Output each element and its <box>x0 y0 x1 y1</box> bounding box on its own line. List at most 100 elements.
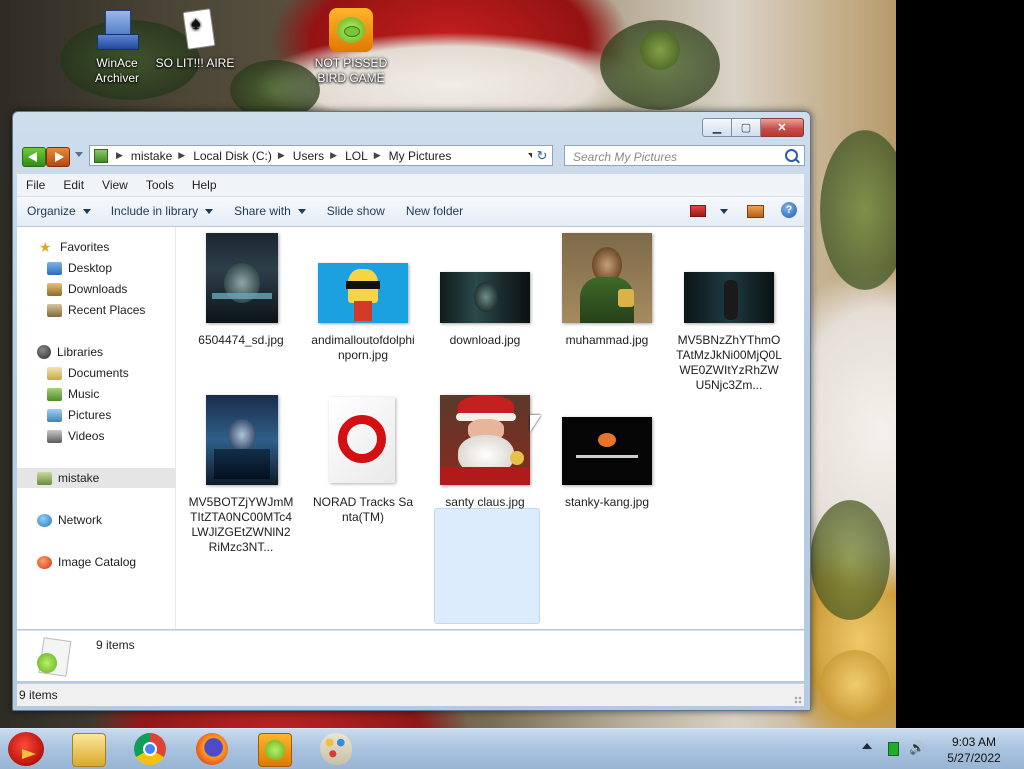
green-pig-icon <box>329 8 373 52</box>
speaker-icon[interactable]: 🔊 <box>909 741 925 755</box>
preview-pane-icon[interactable] <box>747 205 764 218</box>
breadcrumb-sep[interactable]: ▶ <box>178 150 185 161</box>
chevron-down-icon <box>82 209 91 214</box>
search-input[interactable] <box>571 147 780 166</box>
nav-image-catalog[interactable]: Image Catalog <box>17 552 195 572</box>
details-pane: 9 items <box>17 630 804 681</box>
taskbar-explorer-icon[interactable] <box>72 733 106 767</box>
file-name: NORAD Tracks Santa(TM) <box>312 495 414 524</box>
menu-view[interactable]: View <box>93 174 137 196</box>
file-thumbnail <box>668 233 790 325</box>
menu-tools[interactable]: Tools <box>137 174 183 196</box>
breadcrumb-sep: ▶ <box>116 150 123 160</box>
help-icon[interactable]: ? <box>781 202 797 218</box>
breadcrumb-sep[interactable]: ▶ <box>330 150 337 161</box>
search-box <box>564 145 805 166</box>
computer-icon <box>37 471 52 485</box>
nav-label: Libraries <box>57 345 104 359</box>
back-button[interactable] <box>22 147 46 167</box>
desktop-icon-winace[interactable]: WinAce Archiver <box>72 8 162 86</box>
show-hidden-icons-button[interactable] <box>862 743 872 749</box>
file-item[interactable]: NORAD Tracks Santa(TM) <box>302 395 424 525</box>
nav-label: Image Catalog <box>58 555 137 569</box>
close-button[interactable]: ✕ <box>761 118 804 137</box>
nav-favorites[interactable]: ★ Favorites <box>17 237 197 257</box>
desktop-icon-pig-game[interactable]: NOT PISSED BIRD GAME <box>306 8 396 86</box>
command-label: Organize <box>27 204 76 218</box>
taskbar: 🔊 9:03 AM 5/27/2022 <box>0 728 1024 769</box>
file-thumbnail <box>424 233 546 325</box>
documents-icon <box>47 366 62 380</box>
file-name: 6504474_sd.jpg <box>198 333 284 347</box>
organize-button[interactable]: Organize <box>18 197 100 226</box>
winace-archiver-icon <box>95 8 139 52</box>
recent-pages-dropdown[interactable] <box>75 152 83 157</box>
recent-places-icon <box>47 303 62 317</box>
navigation-pane: ★ Favorites Desktop Downloads Recent Pla… <box>17 227 195 629</box>
file-item[interactable]: muhammad.jpg <box>546 233 668 348</box>
breadcrumb-lol[interactable]: LOL <box>345 149 368 163</box>
view-options-dropdown[interactable] <box>720 209 728 214</box>
desktop-black-border <box>896 0 1024 728</box>
address-bar[interactable]: ▶ mistake ▶ Local Disk (C:) ▶ Users ▶ LO… <box>89 145 543 166</box>
breadcrumb-sep[interactable]: ▶ <box>374 150 381 161</box>
nav-label: Recent Places <box>68 303 146 317</box>
nav-mistake[interactable]: mistake <box>17 468 195 488</box>
breadcrumb-label: LOL <box>345 148 368 163</box>
file-item[interactable]: download.jpg <box>424 233 546 348</box>
taskbar-paint-icon[interactable] <box>320 733 352 765</box>
taskbar-firefox-icon[interactable] <box>196 733 228 765</box>
file-thumbnail <box>180 395 302 487</box>
start-button[interactable] <box>4 729 48 769</box>
menu-help[interactable]: Help <box>183 174 226 196</box>
nav-label: mistake <box>58 471 100 485</box>
file-thumbnail <box>546 233 668 325</box>
file-item[interactable]: andimalloutofdolphinporn.jpg <box>302 233 424 363</box>
libraries-icon <box>37 345 51 359</box>
slide-show-button[interactable]: Slide show <box>318 197 394 226</box>
breadcrumb-my-pictures[interactable]: My Pictures <box>389 149 452 163</box>
new-folder-button[interactable]: New folder <box>397 197 472 226</box>
minimize-button[interactable]: ▁ <box>702 118 732 137</box>
nav-label: Pictures <box>68 408 112 422</box>
chevron-down-icon <box>297 209 306 214</box>
chevron-down-icon <box>205 209 214 214</box>
command-label: Share with <box>234 204 291 218</box>
desktop-icon-solitaire[interactable]: ♠ SO LIT!!! AIRE <box>150 8 240 71</box>
file-item[interactable]: santy claus.jpg <box>424 395 546 510</box>
file-item[interactable]: MV5BOTZjYWJmMTItZTA0NC00MTc4LWJlZGEtZWNl… <box>180 395 302 555</box>
maximize-button[interactable]: ▢ <box>732 118 761 137</box>
system-clock[interactable]: 9:03 AM 5/27/2022 <box>934 734 1014 766</box>
file-name: santy claus.jpg <box>445 495 525 509</box>
change-view-icon[interactable] <box>690 205 706 217</box>
menu-file[interactable]: File <box>17 174 54 196</box>
breadcrumb-local-disk[interactable]: Local Disk (C:) <box>193 149 272 163</box>
file-thumbnail <box>180 233 302 325</box>
maximize-icon: ▢ <box>740 122 752 134</box>
taskbar-chrome-icon[interactable] <box>134 733 166 765</box>
file-item[interactable]: stanky-kang.jpg <box>546 395 668 510</box>
nav-libraries[interactable]: Libraries <box>17 342 195 362</box>
file-item[interactable]: 6504474_sd.jpg <box>180 233 302 348</box>
search-icon[interactable] <box>785 149 798 162</box>
breadcrumb-mistake[interactable]: mistake <box>131 149 172 163</box>
nav-network[interactable]: Network <box>17 510 195 530</box>
resize-grip[interactable] <box>794 696 802 704</box>
taskbar-pig-game-icon[interactable] <box>258 733 292 767</box>
battery-icon[interactable] <box>888 742 899 756</box>
nav-label: Favorites <box>60 240 110 254</box>
share-with-button[interactable]: Share with <box>225 197 315 226</box>
nav-label: Desktop <box>68 261 113 275</box>
forward-button[interactable] <box>46 147 70 167</box>
file-item[interactable]: MV5BNzZhYThmOTAtMzJkNi00MjQ0LWE0ZWItYzRh… <box>668 233 790 393</box>
file-name: MV5BNzZhYThmOTAtMzJkNi00MjQ0LWE0ZWItYzRh… <box>676 333 782 392</box>
file-list-pane: 6504474_sd.jpg andimalloutofdolphinporn.… <box>176 227 804 629</box>
menu-edit[interactable]: Edit <box>54 174 93 196</box>
refresh-button[interactable]: ↻ <box>532 145 553 166</box>
include-in-library-button[interactable]: Include in library <box>102 197 222 226</box>
breadcrumb-sep[interactable]: ▶ <box>278 150 285 161</box>
breadcrumb-users[interactable]: Users <box>293 149 324 163</box>
nav-label: Downloads <box>68 282 128 296</box>
downloads-icon <box>47 282 62 296</box>
nav-label: Music <box>68 387 100 401</box>
